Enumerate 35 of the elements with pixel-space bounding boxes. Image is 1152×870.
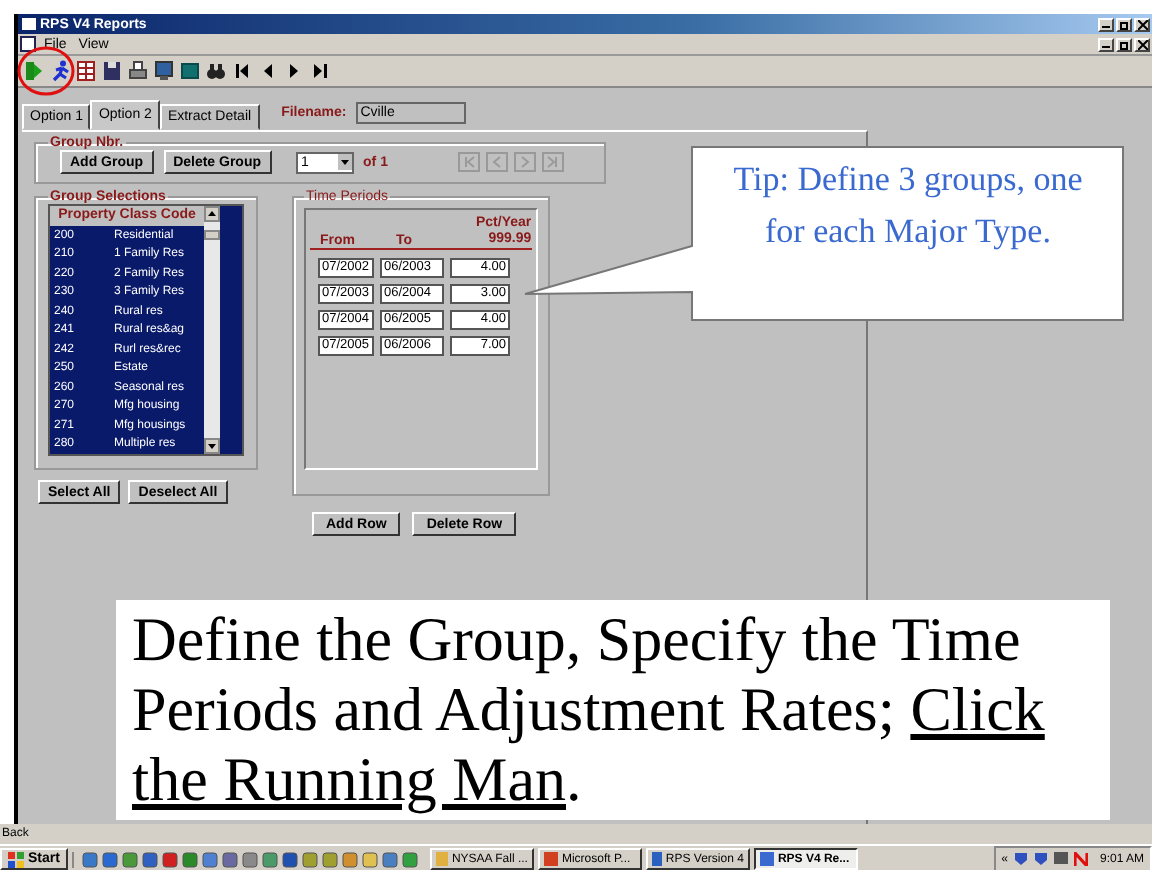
binoculars-icon[interactable] bbox=[206, 60, 226, 82]
program-icon bbox=[543, 852, 558, 866]
close-icon bbox=[1137, 39, 1147, 49]
close-button[interactable] bbox=[1134, 17, 1150, 31]
tip-text: Tip: Define 3 groups, one for each Major Type. bbox=[731, 158, 1085, 254]
save-icon[interactable] bbox=[102, 60, 122, 82]
running-man-icon[interactable] bbox=[50, 60, 70, 82]
exit-icon[interactable] bbox=[24, 60, 44, 82]
scroll-thumb[interactable] bbox=[204, 230, 220, 240]
minimize-button[interactable] bbox=[1098, 37, 1114, 51]
printer-icon[interactable] bbox=[128, 60, 148, 82]
program-icon bbox=[759, 852, 774, 866]
minimize-button[interactable] bbox=[1098, 17, 1114, 31]
monitor-icon[interactable] bbox=[154, 60, 174, 82]
highlight-circle bbox=[16, 46, 76, 96]
minimize-icon bbox=[1102, 20, 1110, 28]
square-icon[interactable] bbox=[180, 60, 200, 82]
first-record-icon[interactable] bbox=[232, 60, 252, 82]
grid-icon[interactable] bbox=[76, 60, 96, 82]
caption-text: Define the Group, Specify the Time Periods and Adjustment Rates; Click the Running Man. bbox=[130, 602, 1047, 814]
scroll-bar[interactable] bbox=[204, 206, 220, 454]
minimize-icon bbox=[1102, 40, 1110, 48]
document-icon bbox=[20, 36, 36, 52]
program-icon bbox=[435, 852, 448, 866]
last-record-icon[interactable] bbox=[310, 60, 330, 82]
dropdown-arrow-icon bbox=[337, 154, 352, 170]
scroll-up-icon[interactable] bbox=[204, 206, 220, 222]
close-icon bbox=[1137, 19, 1147, 29]
windows-flag-icon bbox=[8, 851, 24, 867]
window-icon bbox=[22, 18, 36, 30]
n-logo-icon[interactable] bbox=[1073, 852, 1088, 866]
scroll-down-icon[interactable] bbox=[204, 438, 220, 454]
close-button[interactable] bbox=[1134, 37, 1150, 51]
program-icon bbox=[651, 852, 662, 866]
monitor-icon[interactable] bbox=[1053, 852, 1068, 866]
